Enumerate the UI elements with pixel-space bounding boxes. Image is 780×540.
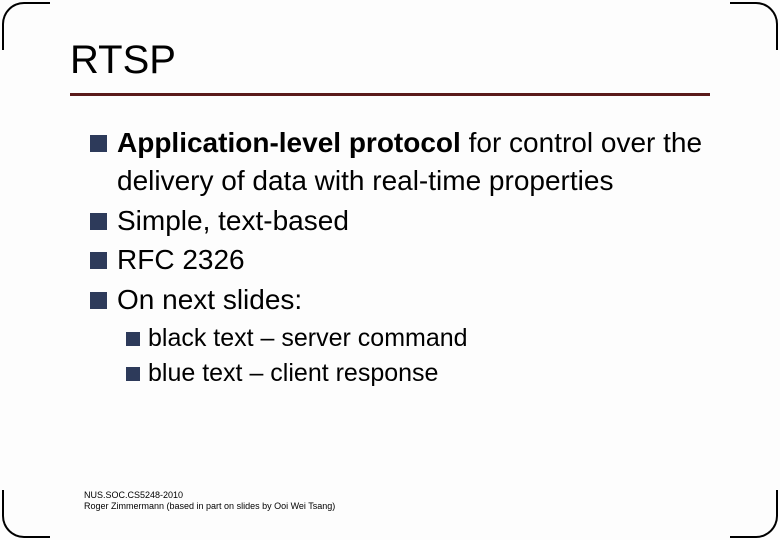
bullet-text: RFC 2326 <box>117 241 710 279</box>
bullet-item: Application-level protocol for control o… <box>90 124 710 200</box>
bullet-square-icon <box>90 292 107 309</box>
footer-line: Roger Zimmermann (based in part on slide… <box>84 501 335 512</box>
bullet-square-icon <box>126 332 140 346</box>
bullet-item: Simple, text-based <box>90 202 710 240</box>
corner-decoration <box>2 490 50 538</box>
corner-decoration <box>730 490 778 538</box>
corner-decoration <box>2 2 50 50</box>
bullet-item: RFC 2326 <box>90 241 710 279</box>
bullet-square-icon <box>90 135 107 152</box>
corner-decoration <box>730 2 778 50</box>
bullet-text: On next slides: <box>117 281 710 319</box>
slide-footer: NUS.SOC.CS5248-2010 Roger Zimmermann (ba… <box>84 490 335 513</box>
sub-bullet-text: black text – server command <box>148 321 468 356</box>
footer-line: NUS.SOC.CS5248-2010 <box>84 490 335 501</box>
bullet-item: On next slides: <box>90 281 710 319</box>
sub-bullet-item: black text – server command <box>126 321 710 356</box>
slide: RTSP Application-level protocol for cont… <box>0 0 780 540</box>
bullet-text: Simple, text-based <box>117 202 710 240</box>
slide-content: Application-level protocol for control o… <box>70 124 710 391</box>
sub-bullet-list: black text – server command blue text – … <box>90 321 710 391</box>
bullet-square-icon <box>90 252 107 269</box>
sub-bullet-text: blue text – client response <box>148 356 438 391</box>
sub-bullet-item: blue text – client response <box>126 356 710 391</box>
bullet-bold: Application-level protocol <box>117 127 461 158</box>
bullet-square-icon <box>90 213 107 230</box>
bullet-square-icon <box>126 367 140 381</box>
slide-title: RTSP <box>70 38 710 96</box>
bullet-text: Application-level protocol for control o… <box>117 124 710 200</box>
